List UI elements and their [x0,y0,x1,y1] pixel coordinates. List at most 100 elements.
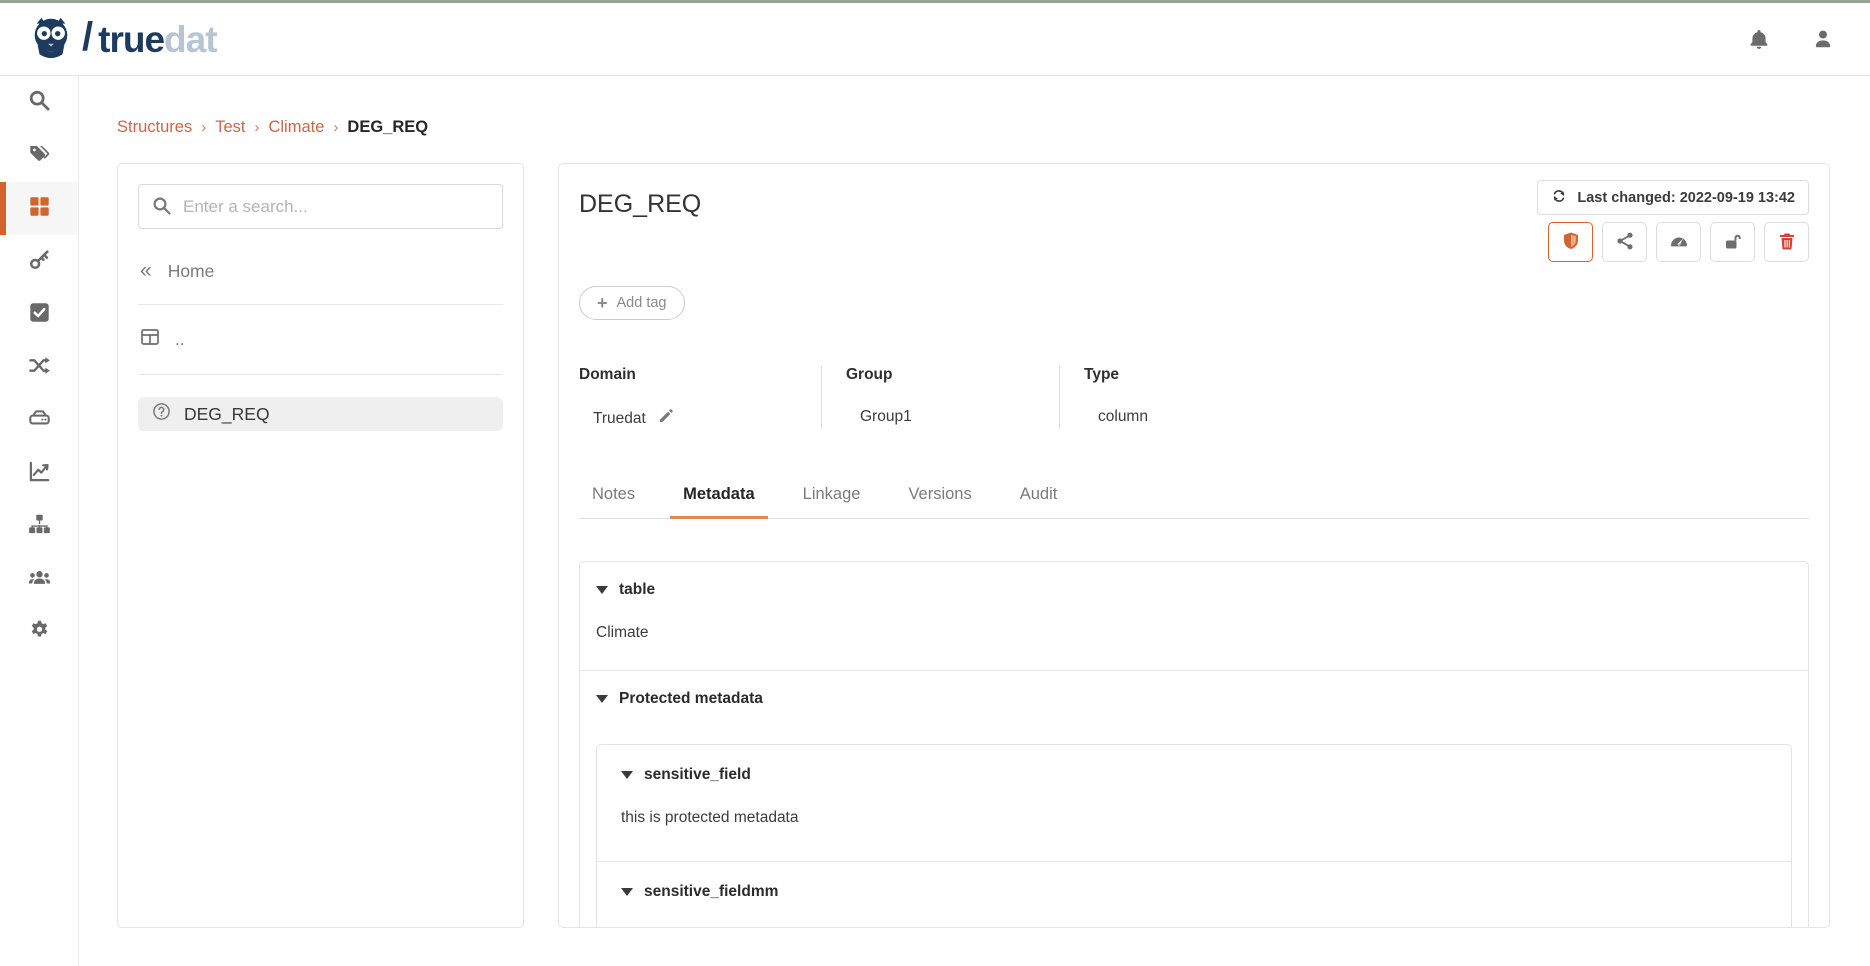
add-tag-button[interactable]: + Add tag [579,286,685,320]
chevron-right-icon: › [333,119,338,136]
drive-icon [28,407,51,435]
users-icon [28,566,51,594]
tab-linkage[interactable]: Linkage [790,479,874,518]
nav-home-button[interactable]: « Home [140,261,501,282]
chart-line-icon [28,460,51,488]
detail-tabs: Notes Metadata Linkage Versions Audit [579,479,1809,519]
chevron-right-icon: › [254,119,259,136]
sidebar-item-dashboards[interactable] [0,447,78,500]
sidebar-item-sources[interactable] [0,394,78,447]
logo-text-true: true [98,19,164,60]
grid-icon [28,195,51,223]
search-icon [152,196,172,216]
metadata-section-table: table Climate [580,562,1808,670]
sidebar-item-lineage[interactable] [0,341,78,394]
gear-icon [28,619,51,647]
sitemap-icon [28,513,51,541]
breadcrumb: Structures › Test › Climate › DEG_REQ [117,118,1830,137]
metadata-subsection-name: sensitive_field [644,766,751,784]
sidebar-item-permissions[interactable] [0,235,78,288]
question-circle-icon [152,402,171,426]
field-label-group: Group [846,366,1039,384]
nav-parent-label: .. [175,330,184,350]
metadata-section-name: Protected metadata [619,690,763,708]
caret-down-icon [621,771,633,779]
unlock-icon [1723,231,1743,254]
sidebar-item-quality-tasks[interactable] [0,288,78,341]
metadata-panel: table Climate Protected metadata [579,561,1809,928]
protected-metadata-card: sensitive_field this is protected metada… [596,744,1792,928]
field-value-group: Group1 [860,408,912,426]
tab-audit[interactable]: Audit [1007,479,1071,518]
caret-down-icon [596,586,608,594]
share-button[interactable] [1602,222,1647,262]
metadata-section-value: Climate [596,624,1792,642]
sidebar-item-users[interactable] [0,553,78,606]
structure-fields: Domain Truedat Group Group1 Type [579,366,1809,429]
user-account-icon[interactable] [1812,28,1834,50]
key-icon [28,248,51,276]
breadcrumb-link-structures[interactable]: Structures [117,118,192,137]
nav-parent-item[interactable]: .. [138,327,503,352]
protect-button[interactable] [1548,222,1593,262]
caret-down-icon [596,695,608,703]
metadata-section-header[interactable]: table [596,581,1792,599]
search-icon [28,89,51,117]
last-changed-label: Last changed: 2022-09-19 13:42 [1577,190,1795,206]
trash-icon [1777,231,1797,254]
divider [138,304,503,305]
metadata-subsection-sensitive-fieldmm: sensitive_fieldmm this is mutable protec… [597,862,1791,928]
metadata-subsection-name: sensitive_fieldmm [644,883,778,901]
logo-slash: / [82,17,92,57]
divider [138,374,503,375]
quality-gauge-button[interactable] [1656,222,1701,262]
app-header: / truedat [0,3,1870,76]
nav-home-label: Home [168,261,215,282]
sidebar-item-taxonomy[interactable] [0,500,78,553]
tags-icon [28,142,51,170]
sidebar-item-search[interactable] [0,76,78,129]
refresh-icon [1551,188,1567,208]
logo-text-dat: dat [164,19,217,60]
caret-down-icon [621,888,633,896]
edit-pencil-icon[interactable] [658,408,674,429]
tab-notes[interactable]: Notes [579,479,648,518]
nav-item-label: DEG_REQ [184,404,270,425]
metadata-subsection-header[interactable]: sensitive_field [621,766,1767,784]
collapse-chevrons-icon: « [140,260,152,281]
nav-item-deg-req[interactable]: DEG_REQ [138,397,503,431]
field-value-type: column [1098,408,1148,426]
owl-logo-icon [28,14,74,65]
metadata-subsection-header[interactable]: sensitive_fieldmm [621,883,1767,901]
plus-icon: + [597,294,608,312]
tab-versions[interactable]: Versions [895,479,984,518]
sidebar-item-tags[interactable] [0,129,78,182]
breadcrumb-current: DEG_REQ [347,118,428,137]
field-label-domain: Domain [579,366,801,384]
add-tag-label: Add tag [617,295,667,311]
tab-metadata[interactable]: Metadata [670,479,768,519]
field-value-domain: Truedat [593,410,646,428]
metadata-subsection-value: this is protected metadata [621,809,1767,827]
field-label-type: Type [1084,366,1148,384]
page-title: DEG_REQ [579,190,701,219]
notifications-bell-icon[interactable] [1748,28,1770,50]
sidebar-item-settings[interactable] [0,606,78,659]
refresh-last-changed-button[interactable]: Last changed: 2022-09-19 13:42 [1537,180,1809,215]
metadata-subsection-sensitive-field: sensitive_field this is protected metada… [597,745,1791,861]
truedat-logo[interactable]: / truedat [28,14,217,65]
check-square-icon [28,301,51,329]
breadcrumb-link-test[interactable]: Test [215,118,245,137]
lock-button[interactable] [1710,222,1755,262]
metadata-section-header[interactable]: Protected metadata [596,690,1792,708]
breadcrumb-link-climate[interactable]: Climate [268,118,324,137]
search-input[interactable] [138,184,503,229]
metadata-section-protected: Protected metadata sensitive_field this … [580,671,1808,928]
sidebar-item-structures[interactable] [0,182,78,235]
metadata-section-name: table [619,581,655,599]
icon-sidebar [0,76,79,966]
shield-icon [1561,231,1581,254]
share-icon [1615,231,1635,254]
delete-button[interactable] [1764,222,1809,262]
structure-nav-panel: « Home .. DEG_REQ [117,163,524,928]
